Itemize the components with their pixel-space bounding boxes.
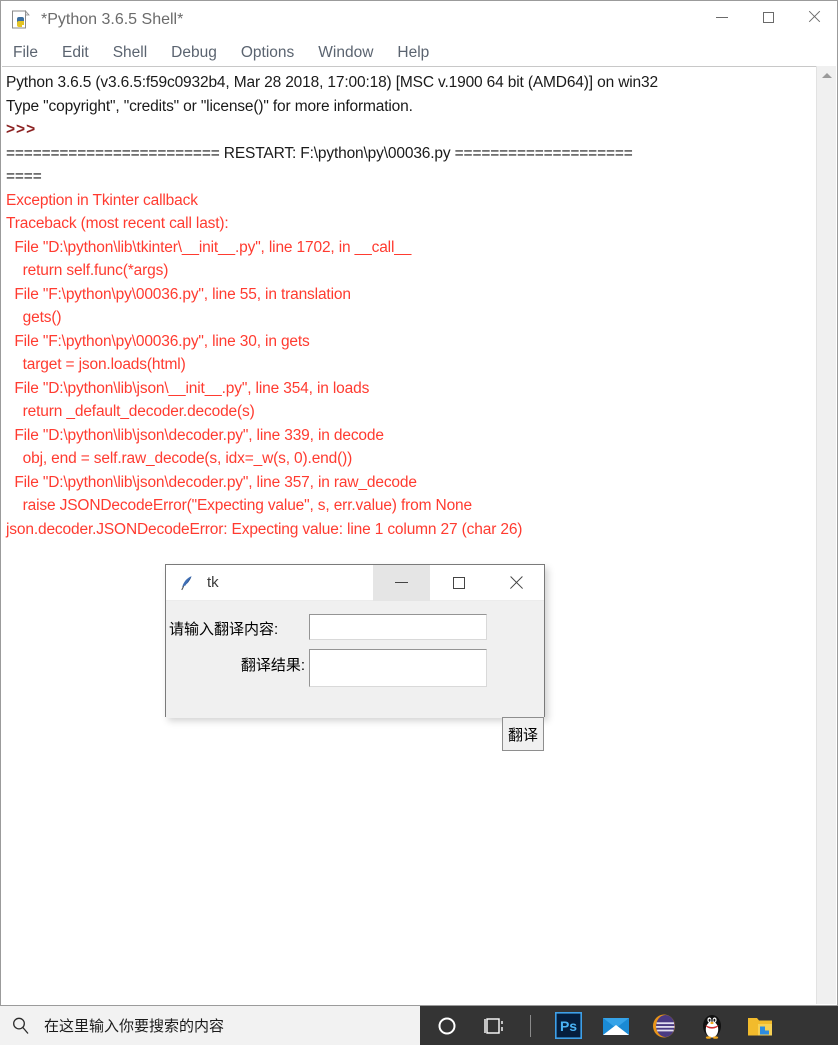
menu-item-edit[interactable]: Edit [62,44,89,62]
tk-titlebar[interactable]: tk [166,564,544,601]
menu-item-shell[interactable]: Shell [113,44,147,62]
idle-minimize-button[interactable] [699,1,745,33]
photoshop-icon[interactable]: Ps [553,1011,583,1041]
console-line: File "D:\python\lib\tkinter\__init__.py"… [6,238,412,256]
task-view-icon[interactable] [480,1011,510,1041]
scroll-up-arrow-icon [821,72,832,78]
idle-close-button[interactable] [791,1,837,33]
idle-titlebar[interactable]: *Python 3.6.5 Shell* [1,1,837,39]
console-line: ==== [6,168,42,185]
shell-console-output[interactable]: Python 3.6.5 (v3.6.5:f59c0932b4, Mar 28 … [2,66,817,1004]
console-line: File "D:\python\lib\json\decoder.py", li… [6,473,417,491]
translate-button[interactable]: 翻译 [502,717,544,751]
taskbar-search-box[interactable]: 在这里输入你要搜索的内容 [0,1006,420,1045]
console-line: raise JSONDecodeError("Expecting value",… [6,497,473,514]
qq-penguin-icon[interactable] [697,1011,727,1041]
tk-translator-window: tk 请输入翻译内容: 翻译结果: 翻译 [165,564,545,751]
thunder-oval-icon[interactable] [649,1011,679,1041]
taskbar-separator [530,1014,531,1037]
taskbar-search-placeholder: 在这里输入你要搜索的内容 [44,1018,225,1035]
minimize-icon [395,582,408,583]
menu-item-options[interactable]: Options [241,44,294,62]
console-line: ======================== RESTART: F:\pyt… [6,144,633,162]
tk-maximize-button[interactable] [430,565,487,601]
menu-item-file[interactable]: File [13,44,38,62]
tk-window-controls [373,564,544,601]
console-line: return self.func(*args) [6,262,169,279]
idle-maximize-button[interactable] [745,1,791,33]
console-prompt: >>> [6,121,42,138]
cortana-circle-icon[interactable] [432,1011,462,1041]
tk-minimize-button[interactable] [373,564,430,601]
file-explorer-icon[interactable] [745,1011,775,1041]
console-line: Traceback (most recent call last): [6,215,229,232]
console-line: File "F:\python\py\00036.py", line 30, i… [6,332,310,350]
console-line: return _default_decoder.decode(s) [6,403,255,420]
python-idle-shell-window: *Python 3.6.5 Shell* File Edit Shell Deb… [0,0,838,1006]
idle-window-controls [699,1,837,39]
menu-item-window[interactable]: Window [318,44,373,62]
translate-result-field[interactable] [309,649,487,687]
search-icon [8,1016,34,1036]
maximize-icon [762,11,774,23]
tk-form-body: 请输入翻译内容: 翻译结果: 翻译 [166,601,544,751]
menu-item-debug[interactable]: Debug [171,44,217,62]
translate-input-field[interactable] [309,614,487,640]
console-line: Type "copyright", "credits" or "license(… [6,97,413,115]
scroll-up-button[interactable] [817,66,836,84]
menu-item-help[interactable]: Help [397,44,429,62]
console-line: target = json.loads(html) [6,356,186,373]
console-line: gets() [6,309,62,326]
python-idle-icon [11,9,31,30]
console-line: File "D:\python\lib\json\__init__.py", l… [6,379,370,397]
maximize-icon [452,576,465,589]
tk-window-title: tk [207,574,219,591]
close-icon [508,575,524,591]
idle-menubar: File Edit Shell Debug Options Window Hel… [1,39,837,66]
close-icon [807,10,821,24]
tk-feather-icon [178,574,196,592]
console-line: File "D:\python\lib\json\decoder.py", li… [6,426,384,444]
console-line: json.decoder.JSONDecodeError: Expecting … [6,520,523,538]
taskbar-icon-tray: Ps [420,1006,838,1045]
console-line: Python 3.6.5 (v3.6.5:f59c0932b4, Mar 28 … [6,74,658,91]
mail-icon[interactable] [601,1011,631,1041]
console-line: obj, end = self.raw_decode(s, idx=_w(s, … [6,450,353,467]
console-line: Exception in Tkinter callback [6,191,198,209]
input-field-label: 请输入翻译内容: [169,621,279,638]
tk-close-button[interactable] [487,565,544,601]
result-field-label: 翻译结果: [240,657,305,674]
idle-window-title: *Python 3.6.5 Shell* [41,11,184,28]
shell-vertical-scrollbar[interactable] [816,66,836,1004]
minimize-icon [716,16,728,18]
console-line: File "F:\python\py\00036.py", line 55, i… [6,285,351,303]
windows-taskbar: 在这里输入你要搜索的内容 Ps [0,1006,838,1045]
svg-text:Ps: Ps [559,1018,576,1034]
